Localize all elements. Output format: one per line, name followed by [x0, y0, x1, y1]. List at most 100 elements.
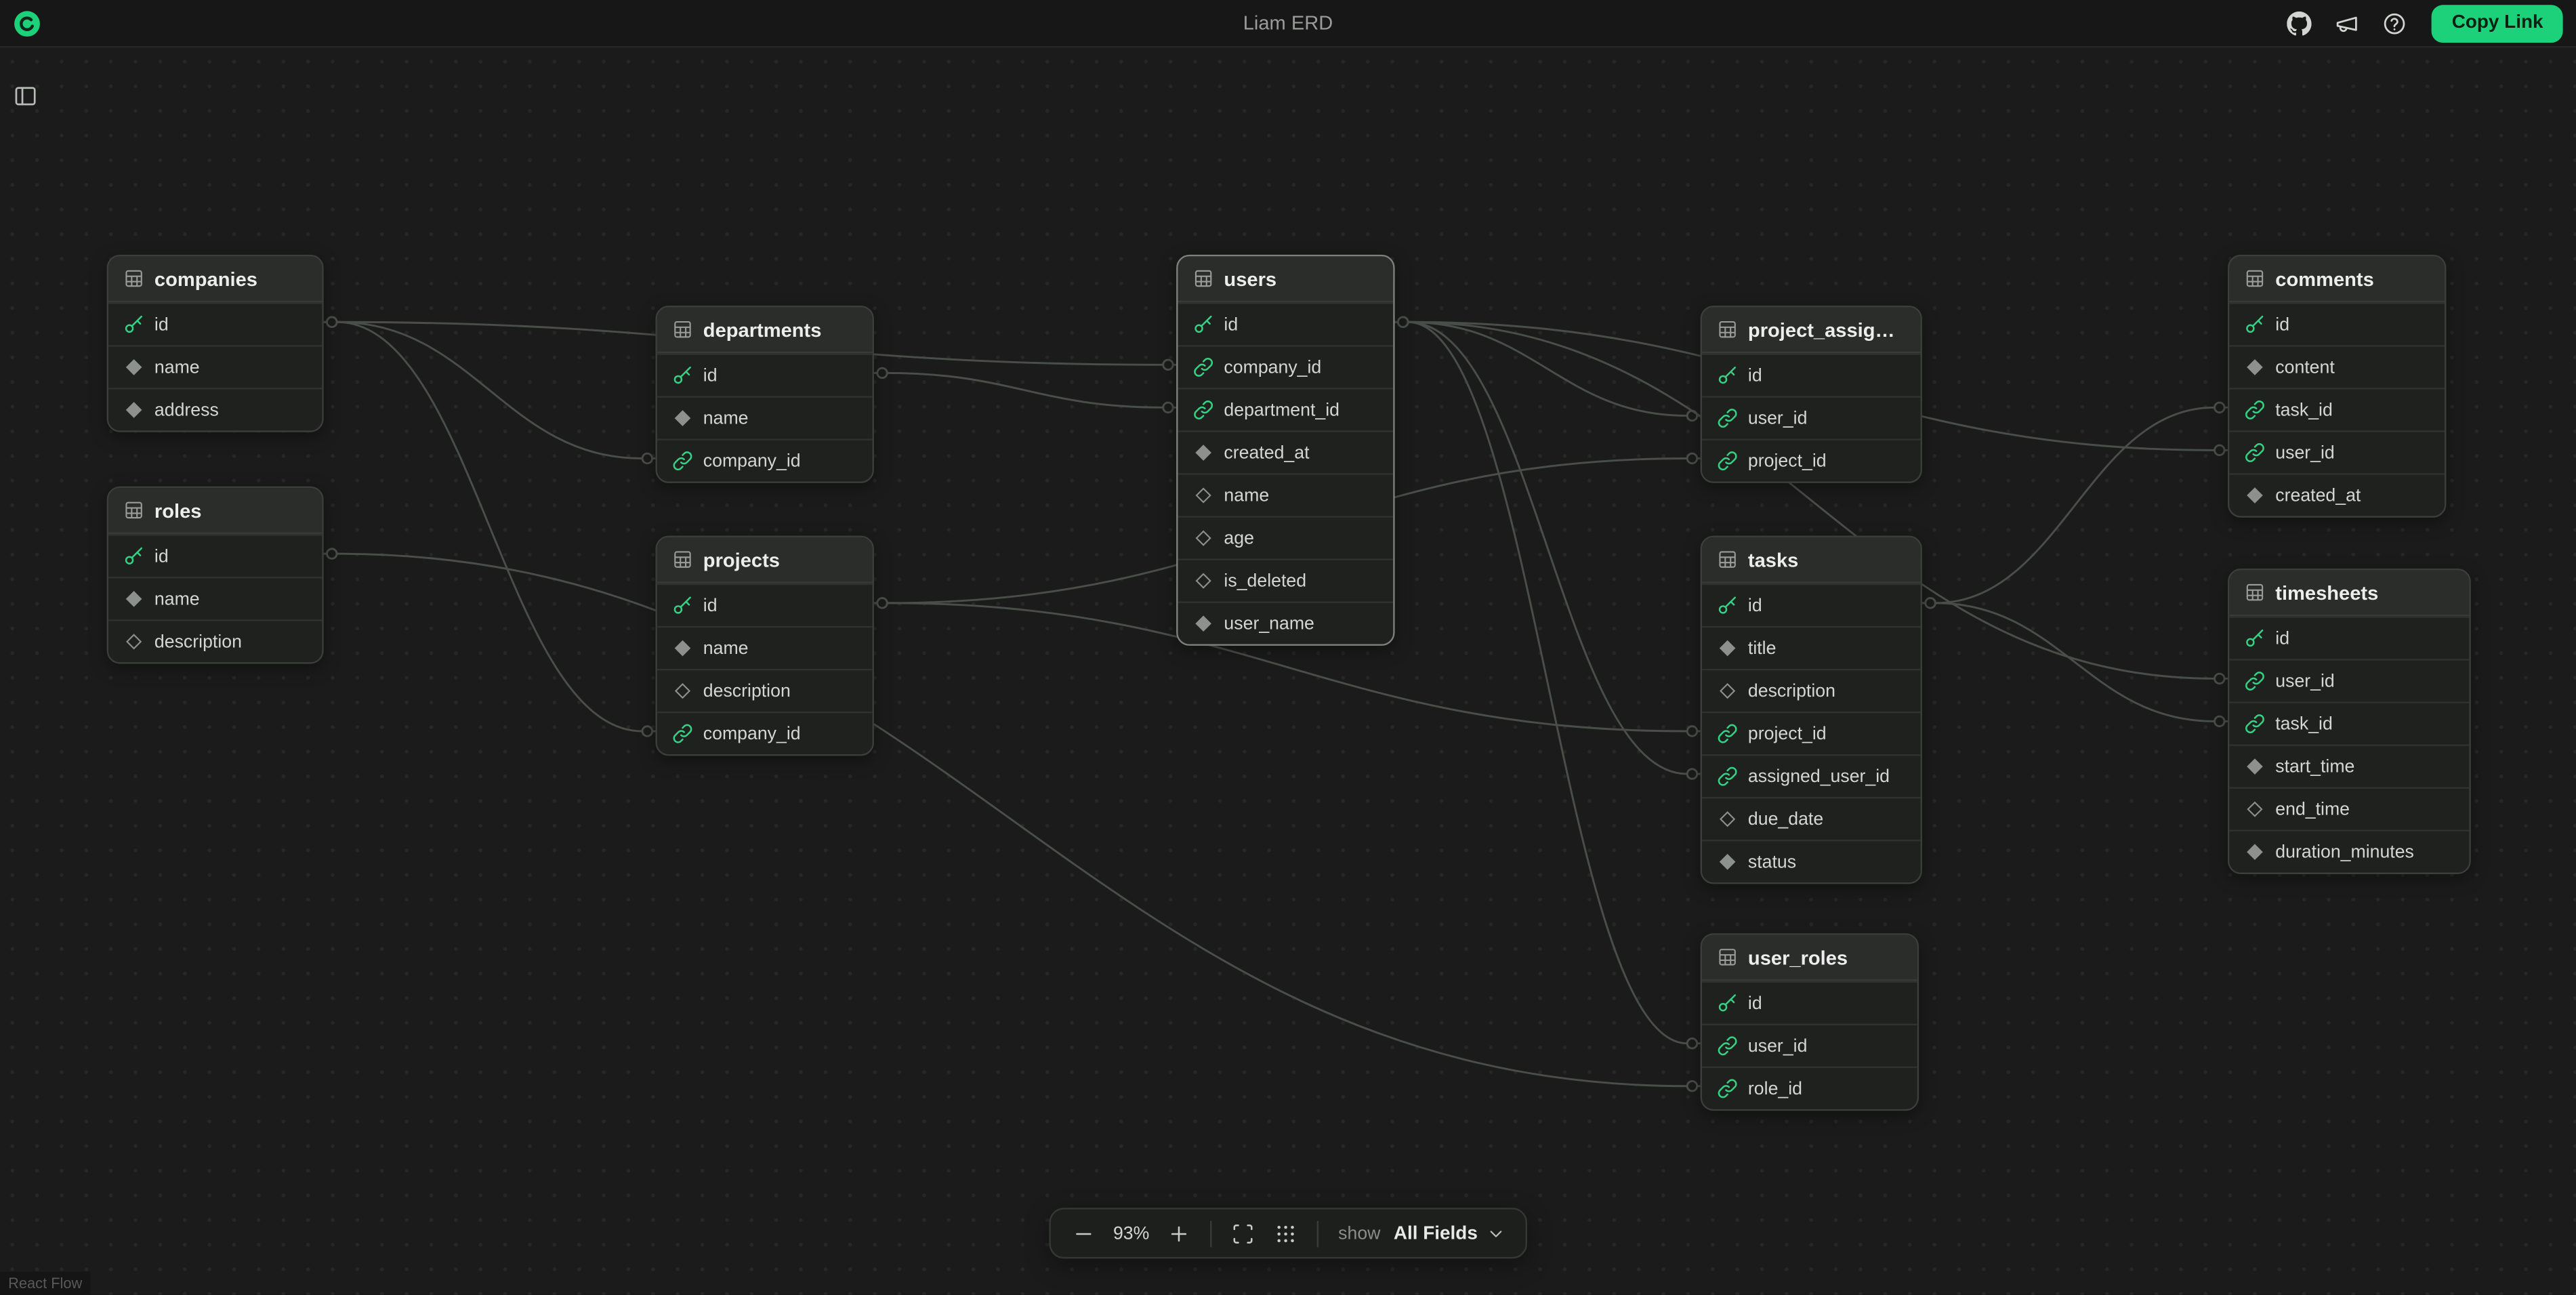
column-tasks-description[interactable]: description: [1702, 669, 1920, 712]
table-header-user_roles[interactable]: user_roles: [1702, 935, 1917, 981]
column-users-company_id[interactable]: company_id: [1178, 345, 1394, 388]
zoom-out-button[interactable]: [1067, 1217, 1100, 1250]
column-roles-name[interactable]: name: [108, 577, 322, 619]
table-node-timesheets[interactable]: timesheetsiduser_idtask_id start_time end_…: [2228, 569, 2471, 874]
table-node-user_roles[interactable]: user_rolesid user_idrole_id: [1701, 933, 1919, 1111]
column-users-is_deleted[interactable]: is_deleted: [1178, 558, 1394, 601]
tidy-up-button[interactable]: [1269, 1217, 1302, 1250]
table-node-projects[interactable]: projectsidnamedescriptioncompany_id: [655, 535, 873, 756]
column-timesheets-start_time[interactable]: start_time: [2229, 744, 2469, 787]
table-node-project_assignments[interactable]: project_assignme...iduser_idproject_id: [1701, 306, 1922, 483]
column-name: start_time: [2275, 757, 2354, 777]
copy-link-button[interactable]: Copy Link: [2432, 4, 2563, 42]
table-node-users[interactable]: usersidcompany_id department_id created_at…: [1176, 255, 1394, 646]
column-user_roles-role_id[interactable]: role_id: [1702, 1067, 1917, 1109]
column-name: project_id: [1748, 724, 1827, 743]
column-tasks-due_date[interactable]: due_date: [1702, 797, 1920, 840]
table-header-comments[interactable]: comments: [2229, 256, 2445, 302]
column-projects-name[interactable]: name: [657, 626, 873, 669]
fields-filter-button[interactable]: All Fields: [1390, 1223, 1509, 1243]
column-roles-description[interactable]: description: [108, 619, 322, 662]
table-node-comments[interactable]: commentsidcontenttask_iduser_id created_a…: [2228, 255, 2446, 518]
table-node-roles[interactable]: roles id name description: [107, 487, 324, 664]
column-name: assigned_user_id: [1748, 766, 1890, 786]
column-project_assignments-id[interactable]: id: [1702, 353, 1920, 396]
column-comments-created_at[interactable]: created_at: [2229, 473, 2445, 516]
table-header-projects[interactable]: projects: [657, 537, 873, 583]
reactflow-attribution[interactable]: React Flow: [0, 1272, 90, 1295]
diamond-filled-icon: [1717, 851, 1739, 873]
column-roles-id[interactable]: id: [108, 534, 322, 577]
help-button[interactable]: [2375, 3, 2414, 43]
column-tasks-status[interactable]: status: [1702, 840, 1920, 882]
sidebar-toggle-button[interactable]: [8, 82, 41, 115]
column-comments-id[interactable]: id: [2229, 302, 2445, 345]
column-users-created_at[interactable]: created_at: [1178, 430, 1394, 473]
announcement-button[interactable]: [2327, 3, 2366, 43]
column-comments-user_id[interactable]: user_id: [2229, 430, 2445, 473]
column-timesheets-task_id[interactable]: task_id: [2229, 701, 2469, 744]
column-comments-task_id[interactable]: task_id: [2229, 388, 2445, 430]
toolbar-divider: [1317, 1220, 1318, 1246]
column-name: user_name: [1224, 614, 1314, 634]
column-timesheets-id[interactable]: id: [2229, 616, 2469, 659]
column-companies-id[interactable]: id: [108, 302, 322, 345]
fit-view-button[interactable]: [1226, 1217, 1259, 1250]
table-name: roles: [154, 499, 202, 522]
column-companies-address[interactable]: address: [108, 388, 322, 430]
column-tasks-title[interactable]: title: [1702, 626, 1920, 669]
erd-canvas[interactable]: companiesidnameaddressrolesidnamedescrip…: [0, 0, 2576, 1295]
column-companies-name[interactable]: name: [108, 345, 322, 388]
table-icon: [1717, 549, 1739, 571]
column-name: id: [1748, 993, 1762, 1013]
column-name: title: [1748, 638, 1777, 658]
column-departments-name[interactable]: name: [657, 396, 873, 438]
table-header-users[interactable]: users: [1178, 256, 1394, 302]
github-button[interactable]: [2279, 3, 2319, 43]
column-timesheets-duration_minutes[interactable]: duration_minutes: [2229, 829, 2469, 872]
column-comments-content[interactable]: content: [2229, 345, 2445, 388]
column-timesheets-user_id[interactable]: user_id: [2229, 659, 2469, 701]
column-tasks-project_id[interactable]: project_id: [1702, 712, 1920, 754]
table-header-companies[interactable]: companies: [108, 256, 322, 302]
table-header-tasks[interactable]: tasks: [1702, 537, 1920, 583]
column-projects-description[interactable]: description: [657, 669, 873, 712]
column-user_roles-id[interactable]: id: [1702, 981, 1917, 1024]
column-projects-id[interactable]: id: [657, 583, 873, 626]
table-node-departments[interactable]: departmentsidnamecompany_id: [655, 306, 873, 483]
column-projects-company_id[interactable]: company_id: [657, 712, 873, 754]
column-users-name[interactable]: name: [1178, 473, 1394, 516]
diamond-outline-icon: [123, 631, 145, 653]
column-users-id[interactable]: id: [1178, 302, 1394, 345]
column-timesheets-end_time[interactable]: end_time: [2229, 787, 2469, 829]
column-users-user_name[interactable]: user_name: [1178, 601, 1394, 644]
app-title: Liam ERD: [1243, 12, 1333, 35]
zoom-in-button[interactable]: [1163, 1217, 1195, 1250]
column-project_assignments-project_id[interactable]: project_id: [1702, 438, 1920, 481]
column-tasks-id[interactable]: id: [1702, 583, 1920, 626]
column-name: name: [154, 589, 200, 609]
column-name: name: [154, 357, 200, 377]
table-node-tasks[interactable]: tasksid title description project_idassigne…: [1701, 535, 1922, 884]
key-icon: [672, 595, 694, 617]
column-users-department_id[interactable]: department_id: [1178, 388, 1394, 430]
column-project_assignments-user_id[interactable]: user_id: [1702, 396, 1920, 438]
table-header-project_assignments[interactable]: project_assignme...: [1702, 307, 1920, 353]
diamond-filled-icon: [1192, 442, 1214, 464]
diamond-filled-icon: [2244, 841, 2266, 863]
link-icon: [2244, 399, 2266, 421]
column-tasks-assigned_user_id[interactable]: assigned_user_id: [1702, 754, 1920, 797]
fields-filter-value: All Fields: [1394, 1223, 1478, 1243]
column-user_roles-user_id[interactable]: user_id: [1702, 1024, 1917, 1067]
diamond-filled-icon: [2244, 756, 2266, 777]
table-header-departments[interactable]: departments: [657, 307, 873, 353]
column-name: created_at: [2275, 486, 2361, 506]
table-header-roles[interactable]: roles: [108, 488, 322, 534]
table-header-timesheets[interactable]: timesheets: [2229, 570, 2469, 616]
liam-erd-app: companiesidnameaddressrolesidnamedescrip…: [0, 0, 2576, 1295]
column-name: department_id: [1224, 400, 1339, 419]
table-node-companies[interactable]: companiesid name address: [107, 255, 324, 432]
column-departments-company_id[interactable]: company_id: [657, 438, 873, 481]
column-departments-id[interactable]: id: [657, 353, 873, 396]
column-users-age[interactable]: age: [1178, 516, 1394, 558]
